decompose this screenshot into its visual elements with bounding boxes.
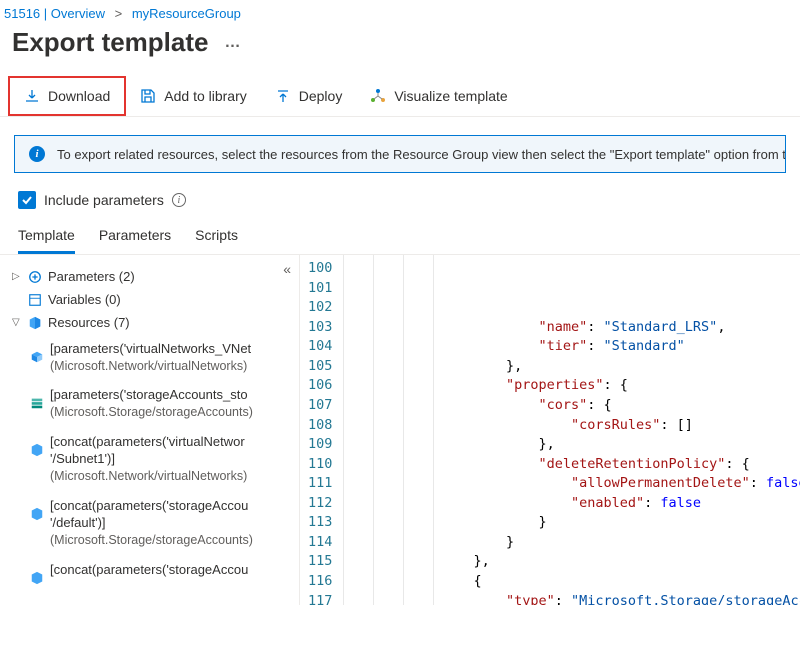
include-parameters-checkbox[interactable] — [18, 191, 36, 209]
resource-icon — [30, 497, 44, 524]
info-banner: i To export related resources, select th… — [14, 135, 786, 173]
breadcrumb-link-2[interactable]: Overview — [51, 6, 105, 21]
add-to-library-button[interactable]: Add to library — [126, 78, 260, 114]
collapse-tree-button[interactable]: « — [283, 261, 291, 277]
download-icon — [24, 88, 40, 104]
resource-icon — [30, 386, 44, 413]
tree-resource-item[interactable]: [concat(parameters('storageAccou'/defaul… — [30, 491, 299, 555]
code-gutter: 1001011021031041051061071081091101111121… — [300, 255, 343, 605]
parameters-icon — [28, 270, 42, 284]
toolbar: Download Add to library Deploy Visualize… — [0, 76, 800, 117]
resource-icon — [30, 561, 44, 588]
breadcrumb: 51516 | Overview > myResourceGroup — [0, 0, 800, 21]
download-button[interactable]: Download — [8, 76, 126, 116]
code-lines: "name": "Standard_LRS", "tier": "Standar… — [343, 255, 800, 605]
main-area: « ▷ Parameters (2) Variables (0) ▽ Resou… — [0, 255, 800, 605]
tree-node-variables[interactable]: Variables (0) — [12, 288, 299, 311]
breadcrumb-link-1[interactable]: 51516 — [4, 6, 40, 21]
more-actions-button[interactable]: … — [225, 34, 241, 52]
variables-icon — [28, 293, 42, 307]
chevron-down-icon: ▽ — [12, 317, 22, 328]
chevron-right-icon: ▷ — [12, 271, 22, 282]
tree-node-resources[interactable]: ▽ Resources (7) — [12, 311, 299, 334]
tree-resource-item[interactable]: [concat(parameters('storageAccou — [30, 555, 299, 594]
visualize-button[interactable]: Visualize template — [356, 78, 521, 114]
code-panel[interactable]: 1001011021031041051061071081091101111121… — [300, 255, 800, 605]
resource-icon — [30, 433, 44, 460]
info-outline-icon[interactable]: i — [172, 193, 186, 207]
tree-node-parameters[interactable]: ▷ Parameters (2) — [12, 265, 299, 288]
tab-template[interactable]: Template — [18, 227, 75, 254]
tree-resource-item[interactable]: [parameters('storageAccounts_sto(Microso… — [30, 380, 299, 426]
deploy-icon — [275, 88, 291, 104]
resources-icon — [28, 316, 42, 330]
page-title-row: Export template … — [0, 21, 800, 64]
info-banner-text: To export related resources, select the … — [57, 147, 786, 162]
tab-scripts[interactable]: Scripts — [195, 227, 238, 254]
tab-parameters[interactable]: Parameters — [99, 227, 171, 254]
tabs: Template Parameters Scripts — [0, 209, 800, 255]
tree-resource-item[interactable]: [parameters('virtualNetworks_VNet(Micros… — [30, 334, 299, 380]
visualize-icon — [370, 88, 386, 104]
deploy-button[interactable]: Deploy — [261, 78, 357, 114]
page-title: Export template — [12, 27, 209, 58]
tree-resource-item[interactable]: [concat(parameters('virtualNetwor'/Subne… — [30, 427, 299, 491]
breadcrumb-link-3[interactable]: myResourceGroup — [132, 6, 241, 21]
resource-icon — [30, 340, 44, 367]
info-icon: i — [29, 146, 45, 162]
include-parameters-row: Include parameters i — [0, 173, 800, 209]
include-parameters-label: Include parameters — [44, 192, 164, 208]
save-icon — [140, 88, 156, 104]
tree-panel: « ▷ Parameters (2) Variables (0) ▽ Resou… — [0, 255, 300, 605]
